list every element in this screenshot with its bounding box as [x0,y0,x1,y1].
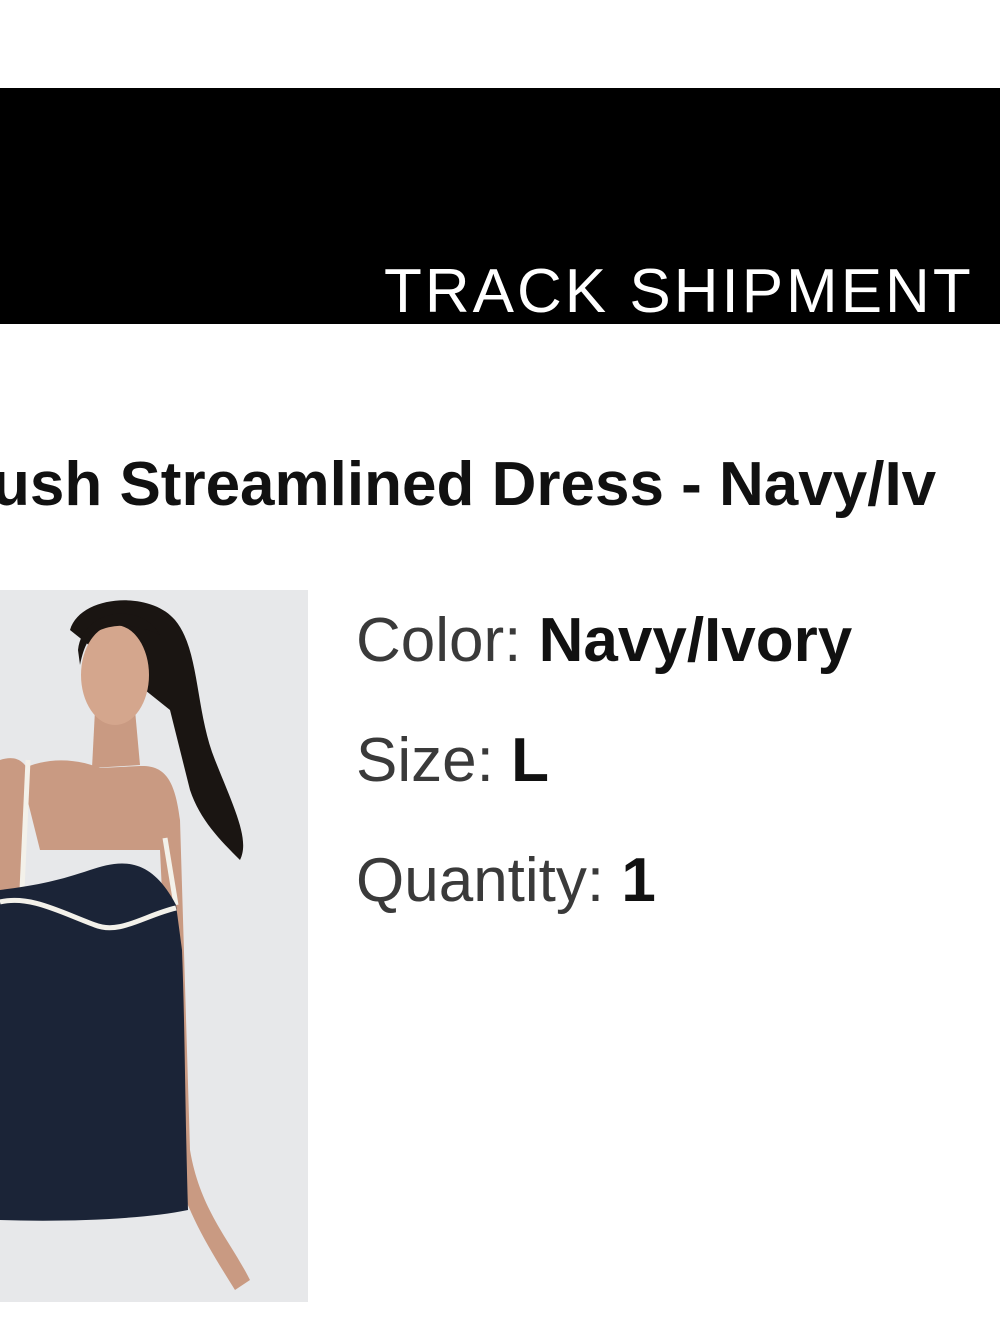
color-row: Color: Navy/Ivory [356,604,852,724]
product-photo-dress-icon [0,590,308,1302]
quantity-label: Quantity: [356,846,622,915]
color-value: Navy/Ivory [538,606,853,675]
size-row: Size: L [356,724,852,844]
quantity-value: 1 [621,846,656,915]
order-item-page: TRACK SHIPMENT ush Streamlined Dress - N… [0,0,1000,1333]
track-shipment-button[interactable]: TRACK SHIPMENT [0,88,1000,326]
size-value: L [511,726,549,795]
track-shipment-label: TRACK SHIPMENT [384,257,974,326]
product-image[interactable] [0,590,308,1302]
size-label: Size: [356,726,512,795]
product-title[interactable]: ush Streamlined Dress - Navy/Iv [0,448,936,522]
quantity-row: Quantity: 1 [356,844,852,964]
color-label: Color: [356,606,539,675]
product-attributes: Color: Navy/Ivory Size: L Quantity: 1 [356,604,852,964]
